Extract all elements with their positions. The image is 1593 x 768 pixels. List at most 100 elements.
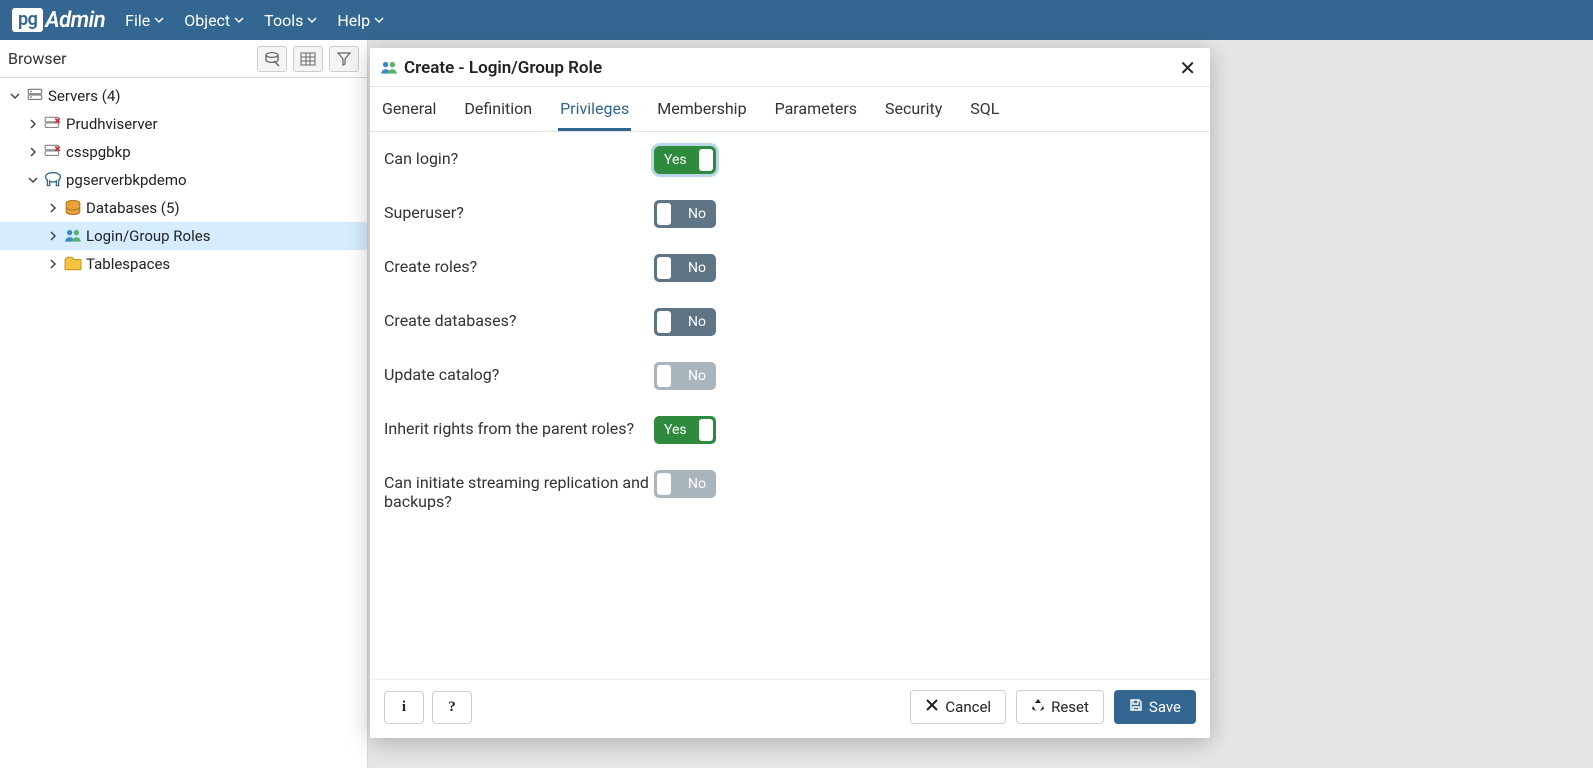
logo-pg: pg: [12, 8, 43, 32]
dialog-title: Create - Login/Group Role: [380, 58, 602, 78]
dialog-title-text: Create - Login/Group Role: [404, 58, 602, 78]
group-roles-icon: [64, 227, 82, 245]
menu-file-label: File: [125, 11, 150, 30]
dialog-body: Can login? Yes Superuser? No Create roles? No…: [370, 132, 1210, 679]
tab-general[interactable]: General: [380, 87, 438, 131]
tab-security[interactable]: Security: [883, 87, 944, 131]
tree-servers-label: Servers (4): [48, 87, 121, 105]
toggle-value: Yes: [664, 422, 687, 438]
dialog-tabs: General Definition Privileges Membership…: [370, 87, 1210, 132]
browser-toolbar: [257, 46, 359, 72]
tab-membership[interactable]: Membership: [655, 87, 748, 131]
chevron-down-icon: [26, 175, 40, 185]
tree-server-3[interactable]: pgserverbkpdemo: [0, 166, 367, 194]
tab-parameters[interactable]: Parameters: [773, 87, 859, 131]
server-disconnected-icon: [44, 115, 62, 133]
toggle-knob: [657, 203, 671, 225]
toggle-value: No: [688, 206, 706, 222]
menu-file[interactable]: File: [125, 11, 164, 30]
cancel-button[interactable]: Cancel: [910, 690, 1006, 724]
toggle-knob: [699, 149, 713, 171]
chevron-down-icon: [307, 15, 317, 25]
info-icon: i: [402, 699, 406, 716]
close-icon[interactable]: ✕: [1179, 56, 1196, 80]
view-data-button[interactable]: [293, 46, 323, 72]
filter-button[interactable]: [329, 46, 359, 72]
privilege-toggle[interactable]: No: [654, 200, 716, 228]
help-button[interactable]: ?: [432, 691, 472, 724]
privilege-label: Can login?: [384, 146, 654, 168]
dialog-create-role: Create - Login/Group Role ✕ General Defi…: [370, 48, 1210, 738]
toggle-value: No: [688, 314, 706, 330]
tree-servers[interactable]: Servers (4): [0, 82, 367, 110]
privilege-toggle[interactable]: Yes: [654, 416, 716, 444]
tree-server-1-label: Prudhviserver: [66, 115, 158, 133]
chevron-right-icon: [46, 231, 60, 241]
dialog-footer: i ? Cancel Reset Save: [370, 679, 1210, 738]
tree-databases-label: Databases (5): [86, 199, 180, 217]
privilege-label: Create databases?: [384, 308, 654, 330]
save-label: Save: [1149, 698, 1181, 716]
reset-button[interactable]: Reset: [1016, 690, 1104, 724]
tab-sql[interactable]: SQL: [968, 87, 1001, 131]
toggle-knob: [657, 311, 671, 333]
tree-server-1[interactable]: Prudhviserver: [0, 110, 367, 138]
chevron-down-icon: [154, 15, 164, 25]
dialog-header: Create - Login/Group Role ✕: [370, 48, 1210, 87]
menubar: pg Admin File Object Tools Help: [0, 0, 1593, 40]
tab-definition[interactable]: Definition: [462, 87, 534, 131]
database-icon: [64, 199, 82, 217]
chevron-down-icon: [234, 15, 244, 25]
menu-tools-label: Tools: [264, 11, 303, 30]
chevron-right-icon: [26, 119, 40, 129]
privilege-label: Inherit rights from the parent roles?: [384, 416, 654, 438]
save-button[interactable]: Save: [1114, 690, 1196, 724]
server-disconnected-icon: [44, 143, 62, 161]
toggle-knob: [699, 419, 713, 441]
menu-object[interactable]: Object: [184, 11, 244, 30]
save-icon: [1129, 698, 1143, 716]
tree-tablespaces[interactable]: Tablespaces: [0, 250, 367, 278]
privilege-row: Can login? Yes: [384, 146, 1196, 174]
toggle-value: Yes: [664, 152, 687, 168]
tree-server-2[interactable]: csspgbkp: [0, 138, 367, 166]
privilege-toggle[interactable]: No: [654, 308, 716, 336]
logo: pg Admin: [12, 8, 105, 33]
group-roles-icon: [380, 59, 398, 77]
recycle-icon: [1031, 698, 1045, 716]
browser-title: Browser: [8, 49, 67, 68]
privilege-toggle[interactable]: No: [654, 254, 716, 282]
chevron-down-icon: [374, 15, 384, 25]
menu-tools[interactable]: Tools: [264, 11, 317, 30]
privilege-row: Inherit rights from the parent roles? Yes: [384, 416, 1196, 444]
chevron-down-icon: [8, 91, 22, 101]
privilege-toggle[interactable]: Yes: [654, 146, 716, 174]
privilege-label: Superuser?: [384, 200, 654, 222]
menu-help-label: Help: [337, 11, 370, 30]
privilege-toggle: No: [654, 362, 716, 390]
privilege-row: Update catalog?No: [384, 362, 1196, 390]
info-button[interactable]: i: [384, 691, 424, 724]
privilege-toggle: No: [654, 470, 716, 498]
toggle-value: No: [688, 260, 706, 276]
toggle-value: No: [688, 476, 706, 492]
tree-login-roles-label: Login/Group Roles: [86, 227, 210, 245]
privilege-label: Update catalog?: [384, 362, 654, 384]
tree-login-roles[interactable]: Login/Group Roles: [0, 222, 367, 250]
privilege-label: Create roles?: [384, 254, 654, 276]
menu-help[interactable]: Help: [337, 11, 384, 30]
servers-icon: [26, 87, 44, 105]
tree-server-3-label: pgserverbkpdemo: [66, 171, 187, 189]
browser-panel: Browser Servers (4) Prudhviserver cs: [0, 40, 368, 768]
tree-databases[interactable]: Databases (5): [0, 194, 367, 222]
query-tool-button[interactable]: [257, 46, 287, 72]
privilege-row: Superuser? No: [384, 200, 1196, 228]
elephant-icon: [44, 171, 62, 189]
cancel-label: Cancel: [945, 698, 991, 716]
browser-tree: Servers (4) Prudhviserver csspgbkp pgser…: [0, 78, 367, 282]
folder-icon: [64, 255, 82, 273]
privilege-row: Create databases? No: [384, 308, 1196, 336]
tree-server-2-label: csspgbkp: [66, 143, 131, 161]
browser-header: Browser: [0, 40, 367, 78]
tab-privileges[interactable]: Privileges: [558, 87, 631, 131]
